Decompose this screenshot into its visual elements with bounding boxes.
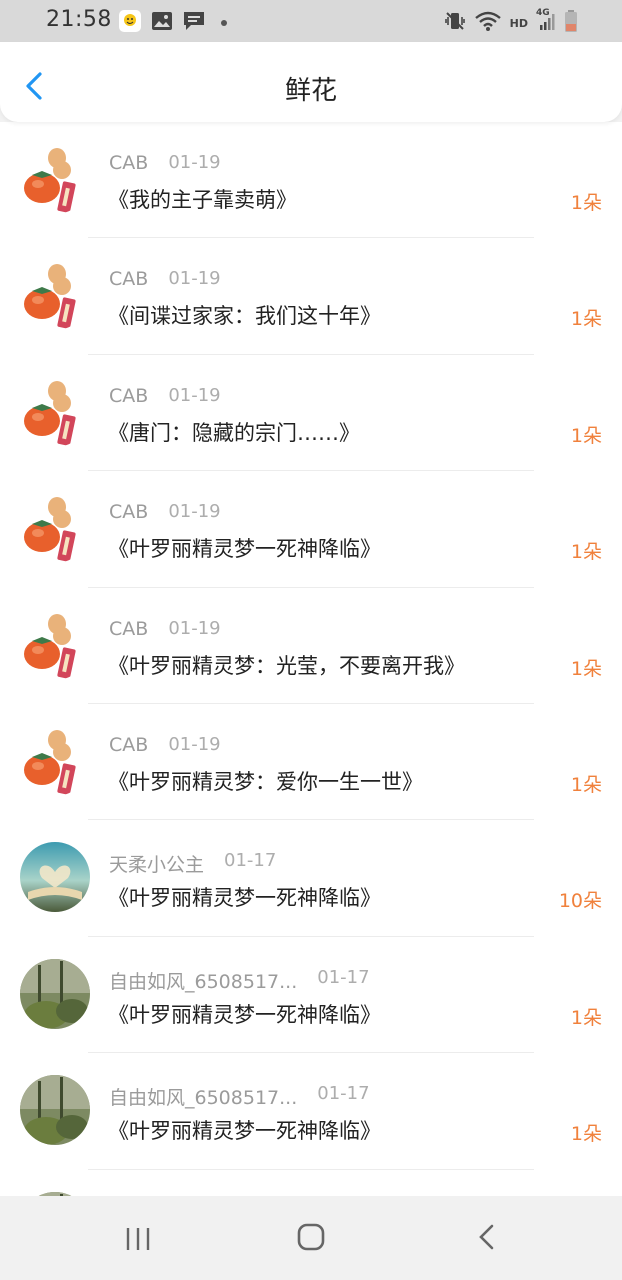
persimmon-avatar-icon bbox=[20, 260, 90, 331]
list-item[interactable]: CAB 01-19 《叶罗丽精灵梦：光莹，不要离开我》 1朵 bbox=[0, 588, 622, 704]
persimmon-avatar-icon bbox=[20, 144, 90, 214]
user-meta: CAB 01-19 bbox=[109, 385, 221, 407]
network-type-label: 4G bbox=[536, 8, 550, 18]
user-meta: CAB 01-19 bbox=[109, 734, 221, 756]
user-name: 自由如风_6508517... bbox=[109, 1087, 298, 1110]
status-bar: 21:58 HD 4G bbox=[0, 0, 622, 42]
image-icon bbox=[151, 10, 173, 36]
list-item[interactable]: 自由如风_6508517... 01-17 《叶罗丽精灵梦一死神降临》 1朵 bbox=[0, 937, 622, 1054]
flower-count: 1朵 bbox=[570, 308, 602, 331]
user-name: CAB bbox=[109, 501, 149, 524]
signal-4g-icon: 4G bbox=[536, 8, 556, 36]
flower-count: 10朵 bbox=[558, 890, 602, 913]
back-icon bbox=[479, 1224, 494, 1250]
gift-date: 01-19 bbox=[168, 733, 221, 755]
flower-count: 1朵 bbox=[570, 657, 602, 680]
persimmon-avatar-icon bbox=[20, 725, 90, 796]
list-item[interactable]: CAB 01-19 《唐门：隐藏的宗门……》 1朵 bbox=[0, 355, 622, 472]
persimmon-avatar-icon bbox=[20, 609, 90, 680]
user-name: CAB bbox=[109, 384, 149, 407]
avatar[interactable] bbox=[20, 1075, 90, 1146]
app-header: 鲜花 bbox=[0, 42, 622, 122]
avatar[interactable] bbox=[20, 260, 90, 331]
message-icon bbox=[182, 10, 206, 36]
user-meta: 自由如风_6508517... 01-17 bbox=[109, 1083, 370, 1110]
list-item[interactable]: CAB 01-19 《我的主子靠卖萌》 1朵 bbox=[0, 122, 622, 239]
forest-avatar-icon bbox=[20, 1075, 90, 1146]
dot-icon bbox=[221, 20, 227, 26]
flower-count: 1朵 bbox=[570, 424, 602, 447]
gift-date: 01-17 bbox=[317, 966, 370, 988]
user-meta: CAB 01-19 bbox=[109, 152, 221, 174]
user-name: CAB bbox=[109, 268, 149, 291]
flower-gift-list: CAB 01-19 《我的主子靠卖萌》 1朵 CAB 01-19 《间谍过家家：我们这十年》… bbox=[0, 122, 622, 1196]
user-name: CAB bbox=[109, 152, 149, 174]
flower-count: 1朵 bbox=[570, 1123, 602, 1146]
book-title[interactable]: 《叶罗丽精灵梦：爱你一生一世》 bbox=[108, 766, 423, 796]
gift-date: 01-19 bbox=[168, 384, 221, 406]
avatar[interactable] bbox=[20, 376, 90, 447]
gift-date: 01-19 bbox=[168, 617, 221, 639]
gift-date: 01-17 bbox=[224, 850, 277, 872]
page-title: 鲜花 bbox=[284, 76, 337, 106]
user-meta: 自由如风_6508517... 01-17 bbox=[109, 967, 370, 994]
user-meta: CAB 01-19 bbox=[109, 618, 221, 640]
list-item[interactable]: CAB 01-19 《叶罗丽精灵梦一死神降临》 1朵 bbox=[0, 471, 622, 588]
book-title[interactable]: 《叶罗丽精灵梦一死神降临》 bbox=[108, 882, 381, 912]
vibrate-mute-icon bbox=[444, 10, 466, 36]
book-title[interactable]: 《叶罗丽精灵梦一死神降临》 bbox=[108, 533, 381, 563]
book-title[interactable]: 《我的主子靠卖萌》 bbox=[108, 184, 297, 214]
list-item[interactable]: 天柔小公主 01-17 《叶罗丽精灵梦一死神降临》 10朵 bbox=[0, 820, 622, 937]
avatar[interactable] bbox=[20, 842, 90, 913]
status-icons-left bbox=[118, 9, 227, 37]
wifi-icon bbox=[474, 10, 502, 36]
battery-icon bbox=[564, 9, 578, 37]
gift-date: 01-19 bbox=[168, 268, 221, 290]
book-title[interactable]: 《间谍过家家：我们这十年》 bbox=[108, 300, 381, 330]
list-item[interactable]: CAB 01-19 《间谍过家家：我们这十年》 1朵 bbox=[0, 238, 622, 355]
forest-avatar-icon bbox=[20, 958, 90, 1029]
user-name: 自由如风_6508517... bbox=[109, 970, 298, 993]
user-name: CAB bbox=[109, 733, 149, 756]
book-title[interactable]: 《叶罗丽精灵梦一死神降临》 bbox=[108, 1115, 381, 1145]
recent-apps-icon bbox=[126, 1228, 150, 1250]
book-title[interactable]: 《叶罗丽精灵梦一死神降临》 bbox=[108, 999, 381, 1029]
book-title[interactable]: 《唐门：隐藏的宗门……》 bbox=[108, 417, 360, 447]
gift-date: 01-19 bbox=[168, 501, 221, 523]
nav-back-button[interactable] bbox=[476, 1223, 498, 1255]
book-title[interactable]: 《叶罗丽精灵梦：光莹，不要离开我》 bbox=[108, 650, 465, 680]
user-name: CAB bbox=[109, 617, 149, 640]
avatar[interactable] bbox=[20, 958, 90, 1029]
gift-date: 01-19 bbox=[168, 152, 221, 173]
home-icon bbox=[297, 1223, 325, 1251]
home-button[interactable] bbox=[296, 1222, 326, 1256]
list-item[interactable]: 自由如风_6508517... 01-17 《叶罗丽精灵梦一死神降临》 1朵 bbox=[0, 1053, 622, 1170]
status-time: 21:58 bbox=[46, 7, 112, 32]
avatar[interactable] bbox=[20, 609, 90, 680]
avatar[interactable] bbox=[20, 144, 90, 214]
hd-icon: HD bbox=[509, 16, 528, 30]
persimmon-avatar-icon bbox=[20, 493, 90, 564]
persimmon-avatar-icon bbox=[20, 376, 90, 447]
flower-count: 1朵 bbox=[570, 1006, 602, 1029]
avatar[interactable] bbox=[20, 493, 90, 564]
app-notification-icon bbox=[118, 9, 142, 37]
recent-apps-button[interactable] bbox=[124, 1225, 152, 1257]
user-meta: CAB 01-19 bbox=[109, 501, 221, 523]
list-item-partial[interactable] bbox=[0, 1170, 622, 1196]
flower-count: 1朵 bbox=[570, 541, 602, 564]
book-heart-avatar-icon bbox=[20, 842, 90, 913]
list-item[interactable]: CAB 01-19 《叶罗丽精灵梦：爱你一生一世》 1朵 bbox=[0, 704, 622, 821]
user-meta: 天柔小公主 01-17 bbox=[109, 850, 276, 877]
system-nav-bar bbox=[0, 1196, 622, 1280]
flower-count: 1朵 bbox=[570, 773, 602, 796]
flower-count: 1朵 bbox=[570, 192, 602, 214]
user-meta: CAB 01-19 bbox=[109, 268, 221, 290]
avatar[interactable] bbox=[20, 725, 90, 796]
user-name: 天柔小公主 bbox=[109, 854, 205, 877]
gift-date: 01-17 bbox=[317, 1083, 370, 1105]
status-icons-right: HD 4G bbox=[444, 8, 578, 37]
